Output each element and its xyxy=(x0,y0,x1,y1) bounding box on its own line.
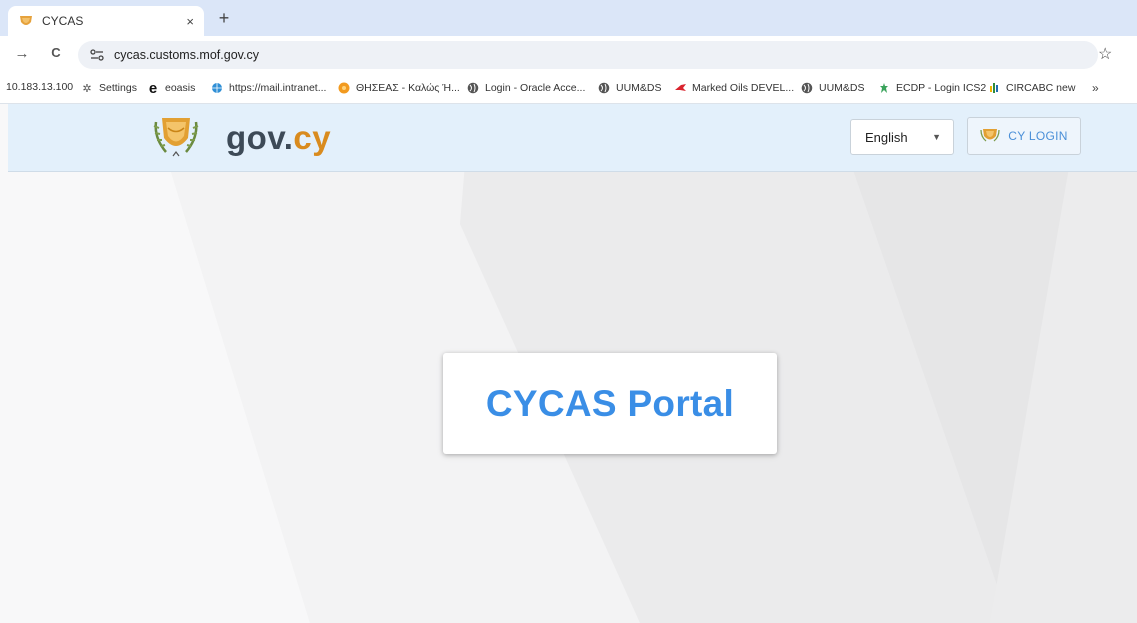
bookmark-label: UUM&DS xyxy=(819,82,865,94)
forward-arrow-icon[interactable]: → xyxy=(12,45,32,62)
bookmark-item[interactable]: UUM&DS xyxy=(597,81,662,95)
bookmarks-bar: 10.183.13.100 ✲ Settings e eoasis https:… xyxy=(0,74,1137,104)
bookmark-item[interactable]: ✲ Settings xyxy=(80,81,137,95)
bookmark-item[interactable]: 10.183.13.100 xyxy=(6,81,73,93)
tab-close-icon[interactable]: × xyxy=(186,14,194,29)
address-bar[interactable]: cycas.customs.mof.gov.cy xyxy=(78,41,1098,69)
bookmark-label: https://mail.intranet... xyxy=(229,82,327,94)
red-bird-icon xyxy=(673,81,687,95)
orange-circle-icon xyxy=(337,81,351,95)
cyprus-emblem-favicon-icon xyxy=(18,13,34,29)
globe-icon xyxy=(597,81,611,95)
bookmark-label: Settings xyxy=(99,82,137,94)
wordmark-gov: gov. xyxy=(226,119,294,156)
site-header: gov.cy English ▼ CY LOGIN xyxy=(8,104,1137,172)
site-info-icon[interactable] xyxy=(88,49,106,61)
bookmark-label: ECDP - Login ICS2 xyxy=(896,82,987,94)
gov-cy-brand-link[interactable]: gov.cy xyxy=(134,104,331,172)
wordmark-cy: cy xyxy=(293,119,332,156)
new-tab-button[interactable]: + xyxy=(214,8,234,28)
language-select[interactable]: English ▼ xyxy=(850,119,954,155)
cyprus-emblem-icon xyxy=(134,106,218,170)
globe-blue-icon xyxy=(210,81,224,95)
more-bookmarks-icon[interactable]: » xyxy=(1092,81,1099,95)
globe-icon xyxy=(466,81,480,95)
bookmark-item[interactable]: ECDP - Login ICS2 xyxy=(877,81,986,95)
language-value: English xyxy=(865,129,908,145)
green-tower-icon xyxy=(877,81,891,95)
bookmark-item[interactable]: Login - Oracle Acce... xyxy=(466,81,585,95)
gear-icon: ✲ xyxy=(82,82,92,95)
url-text: cycas.customs.mof.gov.cy xyxy=(114,48,259,62)
bookmark-label: Marked Oils DEVEL... xyxy=(692,82,795,94)
browser-tab[interactable]: CYCAS × xyxy=(8,6,204,36)
tab-title: CYCAS xyxy=(42,14,84,28)
bookmark-label: CIRCABC new xyxy=(1006,82,1076,94)
bookmark-item[interactable]: Marked Oils DEVEL... xyxy=(673,81,794,95)
cyprus-emblem-small-icon xyxy=(980,127,1000,145)
bookmark-label: eoasis xyxy=(165,82,196,94)
portal-title: CYCAS Portal xyxy=(485,382,735,424)
cy-login-label: CY LOGIN xyxy=(1008,129,1068,143)
gov-cy-wordmark: gov.cy xyxy=(226,119,331,157)
bookmark-star-icon[interactable]: ☆ xyxy=(1098,44,1112,64)
bookmark-label: UUM&DS xyxy=(616,82,662,94)
page-viewport: gov.cy English ▼ CY LOGIN CYCAS Portal xyxy=(0,104,1137,623)
globe-icon xyxy=(800,81,814,95)
browser-toolbar: → C cycas.customs.mof.gov.cy ☆ xyxy=(0,36,1137,74)
bookmark-item[interactable]: ΘΗΣΕΑΣ - Καλώς Ή... xyxy=(337,81,460,95)
cy-login-button[interactable]: CY LOGIN xyxy=(967,117,1081,155)
bookmark-item[interactable]: e eoasis xyxy=(146,79,196,97)
circabc-icon xyxy=(987,81,1001,95)
bookmark-item[interactable]: CIRCABC new xyxy=(987,81,1075,95)
portal-card[interactable]: CYCAS Portal xyxy=(443,353,777,454)
bookmark-label: ΘΗΣΕΑΣ - Καλώς Ή... xyxy=(356,82,460,94)
reload-icon[interactable]: C xyxy=(46,45,66,60)
bookmark-item[interactable]: https://mail.intranet... xyxy=(210,81,326,95)
e-icon: e xyxy=(148,79,158,97)
bookmark-label: 10.183.13.100 xyxy=(6,81,74,93)
bookmark-item[interactable]: UUM&DS xyxy=(800,81,865,95)
bookmark-label: Login - Oracle Acce... xyxy=(485,82,586,94)
browser-tab-strip: CYCAS × + xyxy=(0,0,1137,36)
chevron-down-icon: ▼ xyxy=(932,132,941,142)
